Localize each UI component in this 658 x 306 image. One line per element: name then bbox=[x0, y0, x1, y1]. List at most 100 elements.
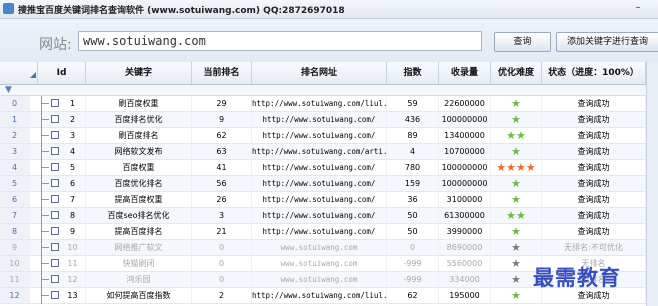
difficulty-stars: ★ bbox=[491, 176, 542, 191]
cell-indexed: 334000 bbox=[439, 272, 491, 287]
cell-keyword: 百度seo排名优化 bbox=[86, 208, 192, 223]
cell-id: 4 bbox=[60, 144, 86, 159]
cell-index: 59 bbox=[387, 96, 439, 111]
cell-rank: 41 bbox=[192, 160, 252, 175]
star-icon: ★ bbox=[511, 241, 521, 254]
tree-connector bbox=[41, 288, 51, 304]
cell-rank: 9 bbox=[192, 112, 252, 127]
col-header-keyword[interactable]: 关键字 bbox=[86, 62, 192, 84]
tree-connector bbox=[41, 256, 51, 272]
cell-keyword: 提高百度权重 bbox=[86, 192, 192, 207]
cell-url: http://www.sotuiwang.com/ bbox=[252, 112, 387, 127]
row-number: 5 bbox=[0, 176, 30, 191]
tree-connector bbox=[41, 96, 51, 112]
table-row[interactable]: 8 9 提高百度排名 21 http://www.sotuiwang.com/50 399… bbox=[0, 224, 658, 240]
star-icon: ★ bbox=[511, 289, 521, 302]
cell-indexed: 3100000 bbox=[439, 192, 491, 207]
row-checkbox[interactable] bbox=[51, 259, 59, 267]
star-icon: ★ bbox=[511, 273, 521, 286]
cell-status: 无排名:不可优化 bbox=[542, 240, 646, 255]
row-checkbox[interactable] bbox=[51, 195, 59, 203]
site-label: 网站: bbox=[39, 37, 72, 53]
cell-indexed: 3990000 bbox=[439, 224, 491, 239]
col-header-difficulty[interactable]: 优化难度 bbox=[491, 62, 542, 84]
row-checkbox[interactable] bbox=[51, 179, 59, 187]
cell-id: 12 bbox=[60, 272, 86, 287]
col-header-indexed[interactable]: 收录量 bbox=[439, 62, 491, 84]
filter-icon[interactable]: ▼ bbox=[5, 85, 12, 95]
cell-rank: 0 bbox=[192, 256, 252, 271]
table-row[interactable]: 7 8 百度seo排名优化 3 http://www.sotuiwang.com/50 6… bbox=[0, 208, 658, 224]
cell-keyword: 百度权重 bbox=[86, 160, 192, 175]
table-row[interactable]: 2 3 刷百度排名 62 http://www.sotuiwang.com/89 1340… bbox=[0, 128, 658, 144]
difficulty-stars: ★★ bbox=[491, 208, 542, 223]
table-row[interactable]: 6 7 提高百度权重 26 http://www.sotuiwang.com/36 310… bbox=[0, 192, 658, 208]
cell-id: 6 bbox=[60, 176, 86, 191]
row-number: 1 bbox=[0, 112, 30, 127]
add-keyword-button[interactable]: 添加关键字进行查询 bbox=[556, 32, 658, 52]
row-checkbox[interactable] bbox=[51, 211, 59, 219]
table-row[interactable]: 3 4 网络软文发布 63 http://www.sotuiwang.com/arti.… bbox=[0, 144, 658, 160]
cell-rank: 29 bbox=[192, 96, 252, 111]
row-checkbox[interactable] bbox=[51, 115, 59, 123]
col-header-url[interactable]: 排名网址 bbox=[252, 62, 387, 84]
star-icon: ★ bbox=[496, 161, 507, 174]
cell-indexed: 195000 bbox=[439, 288, 491, 303]
table-row[interactable]: 0 1 刷百度权重 29 http://www.sotuiwang.com/liul..… bbox=[0, 96, 658, 112]
cell-rank: 21 bbox=[192, 224, 252, 239]
row-checkbox[interactable] bbox=[51, 99, 59, 107]
cell-id: 7 bbox=[60, 192, 86, 207]
cell-status: 查询成功 bbox=[542, 192, 646, 207]
url-input[interactable]: www.sotuiwang.com bbox=[78, 31, 482, 51]
star-icon: ★ bbox=[516, 209, 526, 222]
row-checkbox[interactable] bbox=[51, 291, 59, 299]
query-button[interactable]: 查询 bbox=[494, 32, 551, 52]
cell-url: http://www.sotuiwang.com/liul... bbox=[252, 96, 387, 111]
row-checkbox[interactable] bbox=[51, 275, 59, 283]
cell-index: -999 bbox=[387, 256, 439, 271]
row-checkbox[interactable] bbox=[51, 243, 59, 251]
vertical-scrollbar[interactable] bbox=[646, 62, 658, 306]
col-header-status[interactable]: 状态（进度：100%） bbox=[542, 62, 646, 84]
cell-indexed: 13400000 bbox=[439, 128, 491, 143]
col-header-rank[interactable]: 当前排名 bbox=[192, 62, 252, 84]
cell-url: http://www.sotuiwang.com/ bbox=[252, 128, 387, 143]
cell-keyword: 百度排名优化 bbox=[86, 112, 192, 127]
table-row[interactable]: 9 10 网络推广软文 0 www.sotuiwang.com 0 8690000 无排名:不… bbox=[0, 240, 658, 256]
table-row[interactable]: 4 5 百度权重 41 http://www.sotuiwang.com/780 1000… bbox=[0, 160, 658, 176]
table-row[interactable]: 5 6 百度优化排名 56 http://www.sotuiwang.com/159 10… bbox=[0, 176, 658, 192]
difficulty-stars: ★ bbox=[491, 240, 542, 255]
cell-id: 11 bbox=[60, 256, 86, 271]
cell-status: 查询成功 bbox=[542, 128, 646, 143]
col-header-index[interactable]: 指数 bbox=[387, 62, 439, 84]
app-icon bbox=[3, 3, 14, 14]
cell-rank: 3 bbox=[192, 208, 252, 223]
window-title: 搜推宝百度关键词排名查询软件 (www.sotuiwang.com) QQ:28… bbox=[18, 6, 345, 16]
cell-id: 13 bbox=[60, 288, 86, 303]
cell-index: 0 bbox=[387, 240, 439, 255]
minimize-button[interactable]: – bbox=[632, 3, 644, 14]
cell-url: http://www.sotuiwang.com/arti... bbox=[252, 144, 387, 159]
row-checkbox[interactable] bbox=[51, 131, 59, 139]
cell-status: 查询成功 bbox=[542, 144, 646, 159]
cell-rank: 62 bbox=[192, 128, 252, 143]
cell-url: http://www.sotuiwang.com/ bbox=[252, 176, 387, 191]
cell-status: 查询成功 bbox=[542, 112, 646, 127]
tree-connector bbox=[41, 272, 51, 288]
col-header-id[interactable]: Id bbox=[38, 62, 86, 84]
cell-status: 查询成功 bbox=[542, 208, 646, 223]
table-row[interactable]: 1 2 百度排名优化 9 http://www.sotuiwang.com/436 100… bbox=[0, 112, 658, 128]
row-checkbox[interactable] bbox=[51, 147, 59, 155]
row-checkbox[interactable] bbox=[51, 227, 59, 235]
difficulty-stars: ★ bbox=[491, 224, 542, 239]
tree-connector bbox=[41, 240, 51, 256]
cell-indexed: 100000000 bbox=[439, 112, 491, 127]
cell-indexed: 100000000 bbox=[439, 176, 491, 191]
star-icon: ★ bbox=[511, 145, 521, 158]
cell-index: 89 bbox=[387, 128, 439, 143]
cell-id: 3 bbox=[60, 128, 86, 143]
corner-cell[interactable] bbox=[0, 62, 38, 84]
row-checkbox[interactable] bbox=[51, 163, 59, 171]
cell-index: 780 bbox=[387, 160, 439, 175]
cell-url: http://www.sotuiwang.com/liul... bbox=[252, 288, 387, 303]
